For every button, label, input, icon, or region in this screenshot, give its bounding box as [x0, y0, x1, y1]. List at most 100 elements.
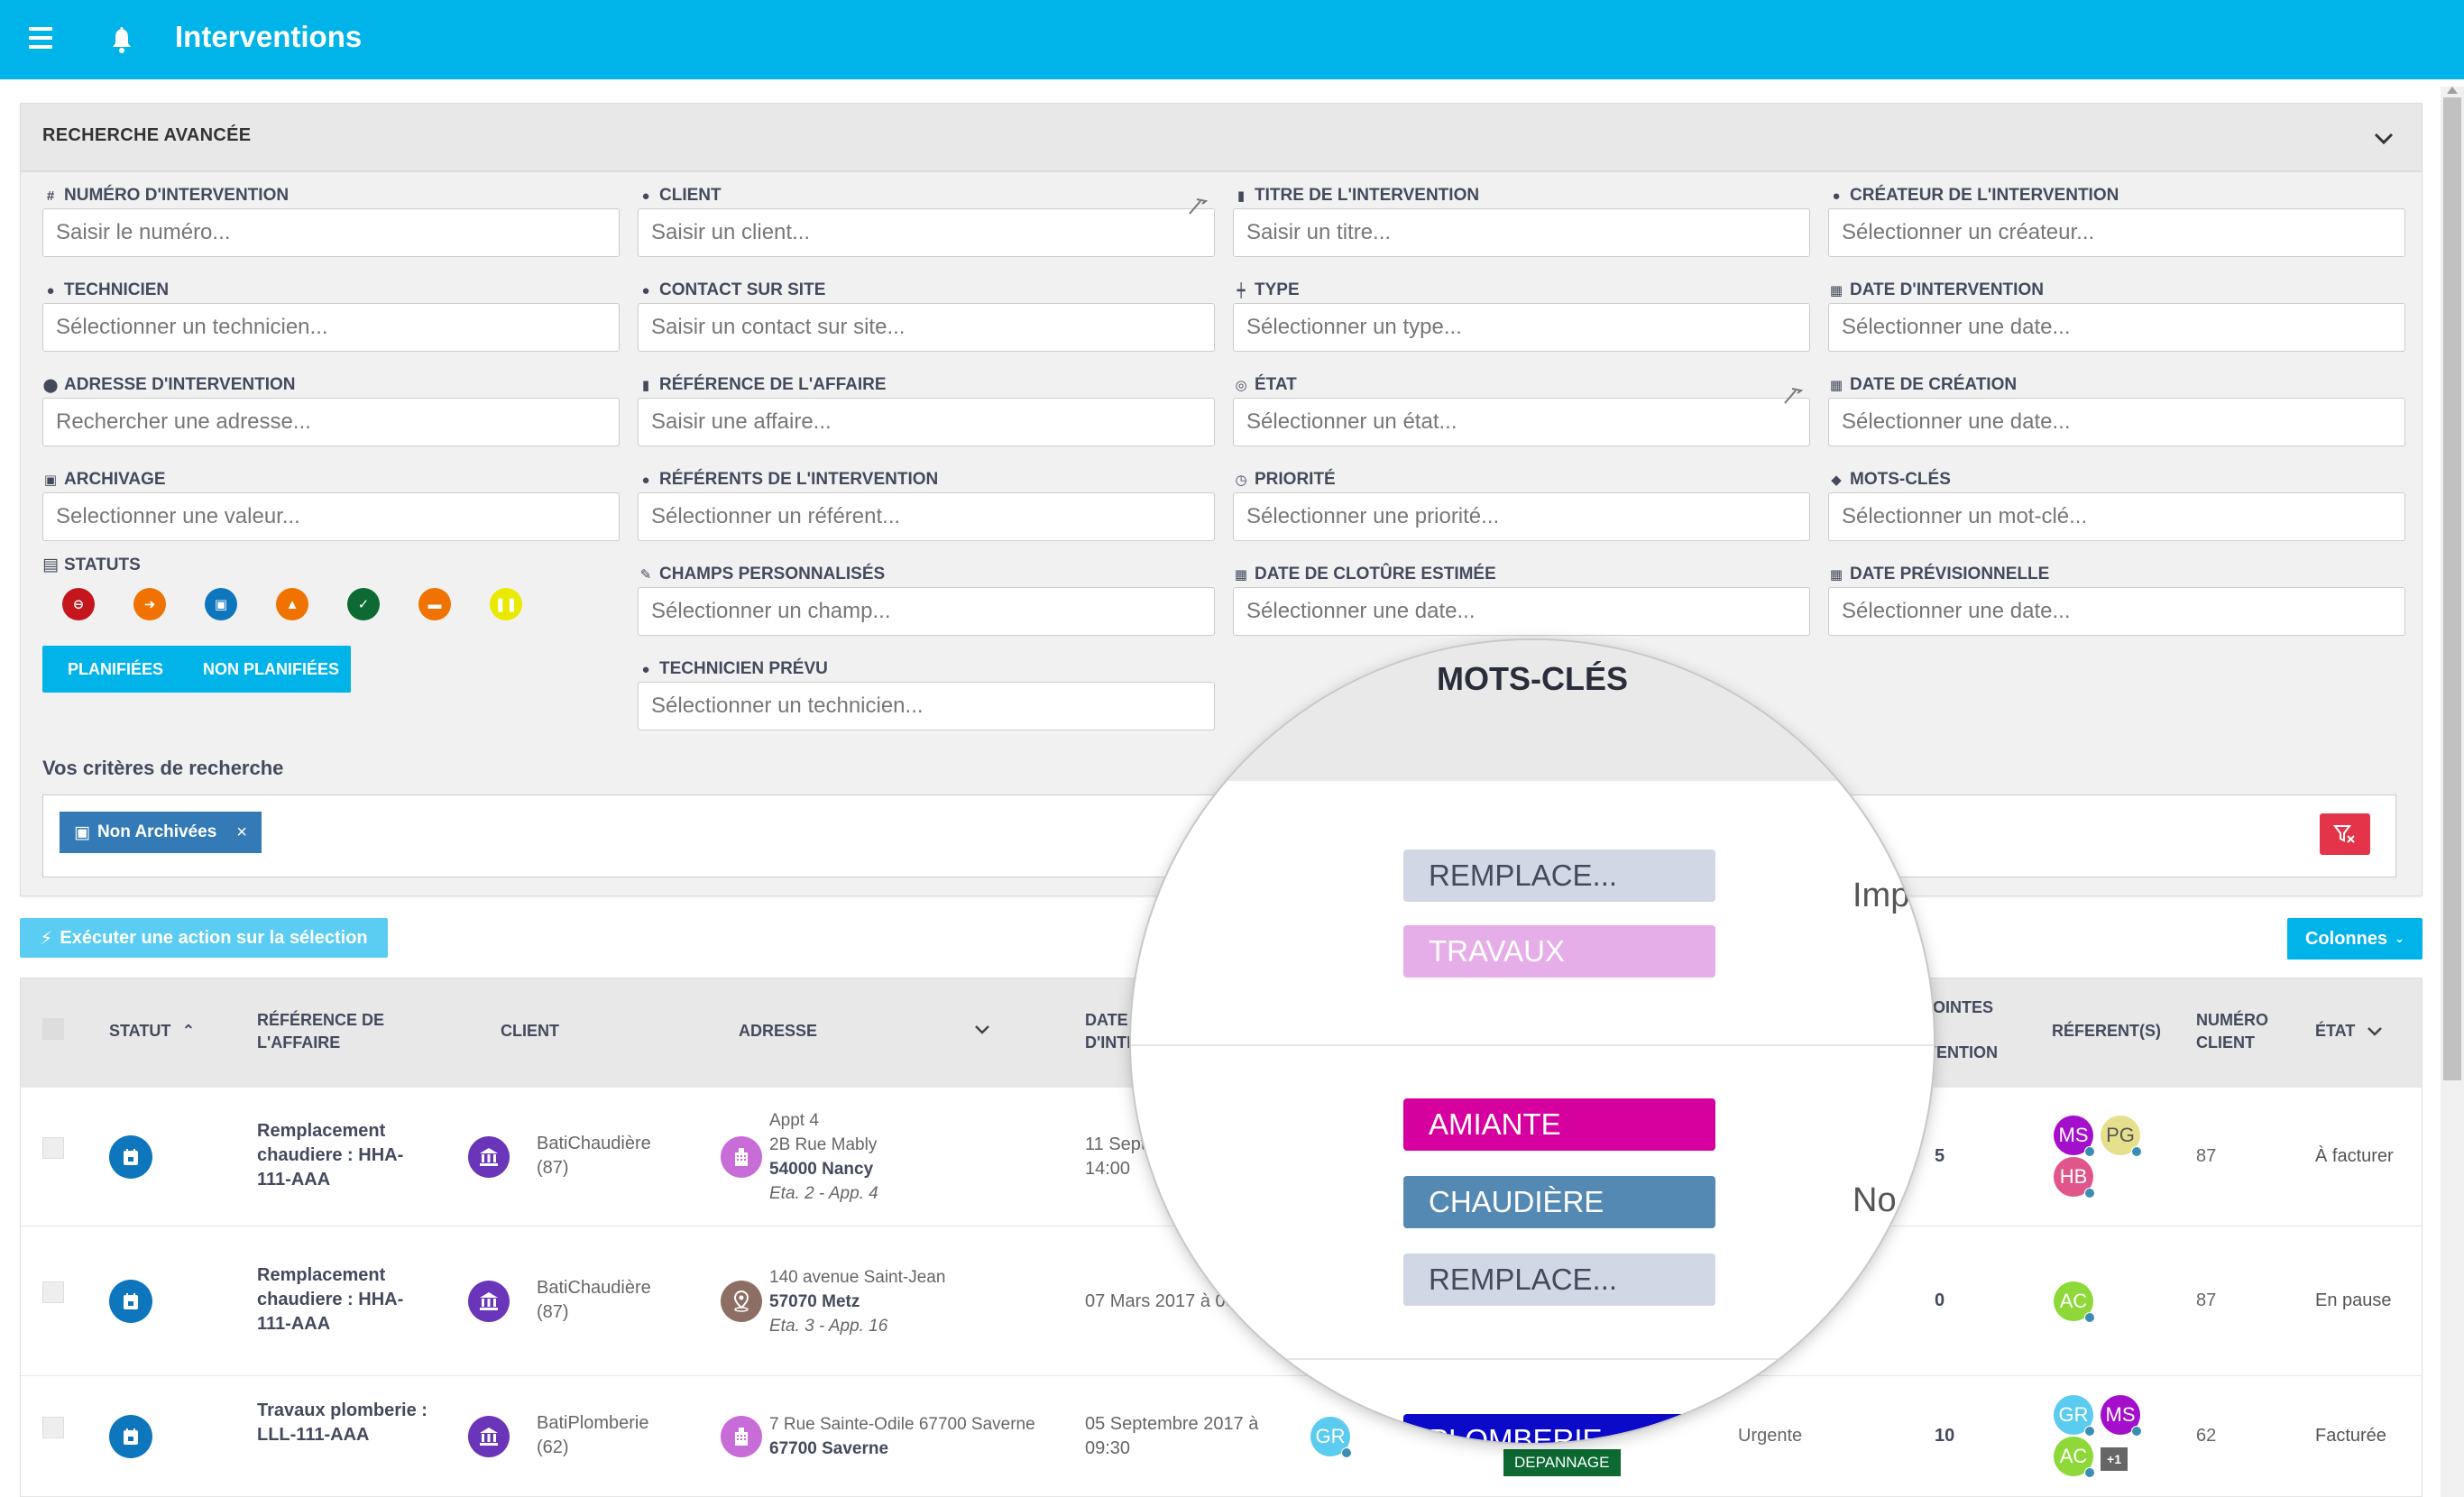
status-filter-en-cours[interactable]: ➜: [133, 588, 166, 620]
columns-button[interactable]: Colonnes ⌄: [2287, 918, 2423, 960]
filter-input[interactable]: [1233, 587, 1810, 636]
filter-label: ▦ Date prévisionnelle: [1829, 565, 2050, 583]
cell-address[interactable]: 140 avenue Saint-Jean 57070 Metz Eta. 3 - …: [769, 1265, 945, 1338]
map-marker-icon: ⬤: [42, 378, 59, 393]
col-referents[interactable]: RÉFERENT(S): [2052, 1020, 2161, 1042]
filter-input[interactable]: [1828, 398, 2405, 446]
filter-input[interactable]: [42, 492, 620, 541]
cell-reference[interactable]: Remplacement chaudiere : HHA-111-AAA: [257, 1263, 428, 1336]
hamburger-icon[interactable]: [29, 27, 52, 49]
filter-état: ◎ État: [1233, 372, 1810, 446]
status-filter-alerte[interactable]: ▲: [276, 588, 308, 620]
chevron-down-icon[interactable]: [2366, 1025, 2384, 1038]
row-checkbox[interactable]: [42, 1281, 64, 1303]
filter-type: ┿ Type: [1233, 278, 1810, 352]
filter-input[interactable]: [1828, 492, 2405, 541]
filter-input[interactable]: [1233, 303, 1810, 352]
filter-input[interactable]: [1828, 208, 2405, 257]
table-row[interactable]: Travaux plomberie : LLL-111-AAA BatiPlomb…: [21, 1376, 2422, 1497]
technician-icon: ●: [641, 661, 650, 677]
filter-input[interactable]: [42, 398, 620, 446]
cell-client[interactable]: BatiPlomberie (62): [537, 1411, 649, 1460]
filter-input[interactable]: [1233, 398, 1810, 446]
col-statut[interactable]: STATUT ⌃: [109, 1020, 195, 1042]
filter-archivage: ▣ Archivage: [42, 467, 620, 541]
filter-input[interactable]: [1233, 492, 1810, 541]
scrollbar-thumb[interactable]: [2443, 97, 2461, 1080]
bell-icon[interactable]: [110, 25, 133, 54]
more-referents-badge[interactable]: +1: [2101, 1447, 2128, 1471]
filter-input[interactable]: [638, 492, 1215, 541]
filter-adresse-d-intervention: ⬤ Adresse d'intervention: [42, 372, 620, 446]
cell-address[interactable]: 7 Rue Sainte-Odile 67700 Saverne 67700 Sa…: [769, 1412, 1035, 1461]
filter-label: ▦ Date d'intervention: [1829, 280, 2044, 299]
magnifier-title: MOTS-CLÉS: [1437, 660, 1628, 697]
scroll-up-arrow[interactable]: [2447, 87, 2458, 94]
filter-input[interactable]: [638, 398, 1215, 446]
filter-input[interactable]: [638, 587, 1215, 636]
clock-icon: ◷: [1235, 473, 1247, 488]
status-planned-icon: [109, 1135, 152, 1179]
referent-avatar[interactable]: GR: [2054, 1395, 2095, 1437]
chevron-down-icon[interactable]: [2373, 131, 2395, 147]
planned-button[interactable]: PLANIFIÉES: [68, 660, 163, 679]
cell-reference[interactable]: Remplacement chaudiere : HHA-111-AAA: [257, 1119, 428, 1192]
filter-label: ◎ État: [1233, 372, 1810, 398]
col-adresse[interactable]: ADRESSE: [739, 1020, 817, 1042]
row-checkbox[interactable]: [42, 1417, 64, 1438]
chevron-down-icon[interactable]: [973, 1024, 991, 1036]
filter-input[interactable]: [1828, 587, 2405, 636]
keyword-tag: AMIANTE: [1403, 1098, 1715, 1151]
status-filter-annulee[interactable]: ⊖: [62, 588, 95, 620]
col-numero-client[interactable]: NUMÉRO CLIENT: [2196, 1009, 2295, 1054]
cell-address[interactable]: Appt 4 2B Rue Mably 54000 Nancy Eta. 2 - Ap…: [769, 1108, 878, 1206]
filter-input[interactable]: [42, 303, 620, 352]
calendar-clock-icon: ▦: [1829, 567, 1843, 583]
filter-input[interactable]: [638, 682, 1215, 730]
priority-text-partial: Imp: [1853, 877, 1910, 914]
referent-avatar[interactable]: MS: [2101, 1395, 2142, 1437]
col-client[interactable]: CLIENT: [501, 1020, 559, 1042]
technician-avatar[interactable]: GR: [1310, 1417, 1352, 1458]
filter-input[interactable]: [638, 303, 1215, 352]
keyword-tag: CHAUDIÈRE: [1403, 1176, 1715, 1228]
execute-action-button[interactable]: ⚡ Exécuter une action sur la sélection: [20, 918, 388, 958]
unplanned-button[interactable]: NON PLANIFIÉES: [203, 660, 339, 679]
page-scrollbar[interactable]: [2441, 87, 2464, 1497]
clear-filters-button[interactable]: [2320, 813, 2370, 855]
cell-client[interactable]: BatiChaudière (87): [537, 1276, 651, 1325]
filter-input[interactable]: [1828, 303, 2405, 352]
status-filter-en-pause[interactable]: ❚❚: [490, 588, 522, 620]
referent-avatar[interactable]: AC: [2054, 1281, 2095, 1323]
referent-avatar[interactable]: MS: [2054, 1116, 2095, 1157]
filter-titre-de-l-intervention: ▮ Titre de l'intervention: [1233, 183, 1810, 257]
user-icon: ●: [641, 188, 650, 204]
cell-etat: En pause: [2315, 1290, 2392, 1310]
filter-input[interactable]: [638, 208, 1215, 257]
col-pointes[interactable]: OINTES: [1933, 996, 1993, 1019]
close-icon[interactable]: ×: [236, 822, 247, 843]
filter-input[interactable]: [1233, 208, 1810, 257]
pin-icon[interactable]: [1781, 385, 1805, 405]
cell-reference[interactable]: Travaux plomberie : LLL-111-AAA: [257, 1399, 428, 1447]
status-filter-en-route[interactable]: ▬: [418, 588, 451, 620]
keyword-badge: DEPANNAGE: [1503, 1449, 1621, 1476]
referent-avatar[interactable]: HB: [2054, 1157, 2095, 1199]
status-filter-terminee[interactable]: ✓: [347, 588, 380, 620]
row-checkbox[interactable]: [42, 1137, 64, 1159]
filter-date-de-clotûre-estimée: ▦ Date de clotûre estimée: [1233, 562, 1810, 636]
sort-asc-icon[interactable]: ⌃: [181, 1020, 195, 1042]
criteria-tag[interactable]: ▣ Non Archivées ×: [60, 812, 262, 853]
advanced-search-header[interactable]: RECHERCHE AVANCÉE: [21, 104, 2422, 172]
referent-avatar[interactable]: PG: [2101, 1116, 2142, 1157]
cell-client[interactable]: BatiChaudière (87): [537, 1132, 651, 1180]
filter-input[interactable]: [42, 208, 620, 257]
referent-avatar[interactable]: AC: [2054, 1437, 2095, 1478]
col-reference[interactable]: RÉFÉRENCE DE L'AFFAIRE: [257, 1009, 401, 1054]
status-filter-planifiee[interactable]: ▣: [205, 588, 237, 620]
pin-icon[interactable]: [1186, 196, 1209, 216]
calendar-clock-icon: ▦: [1829, 378, 1843, 393]
cell-priority: Urgente: [1738, 1426, 1803, 1446]
col-etat[interactable]: ÉTAT: [2315, 1020, 2384, 1042]
select-all-checkbox[interactable]: [42, 1018, 64, 1040]
